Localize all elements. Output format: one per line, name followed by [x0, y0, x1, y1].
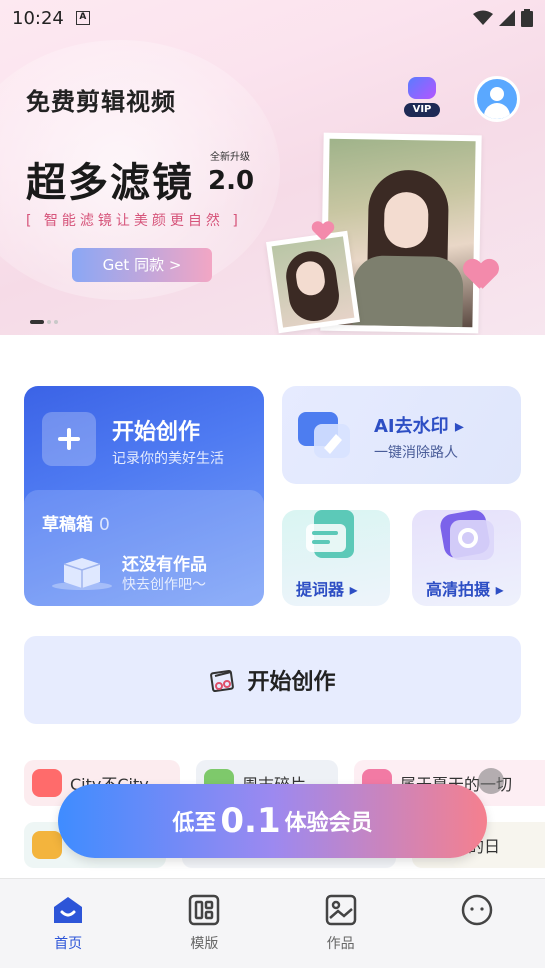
empty-box-icon — [52, 558, 112, 590]
avatar-head-icon — [490, 87, 504, 101]
heart-icon — [463, 260, 498, 292]
vip-promo-button[interactable]: 低至 0.1 体验会员 — [58, 784, 487, 858]
drafts-count: 0 — [99, 515, 110, 535]
plus-icon — [42, 412, 96, 466]
banner-subhead: [ 智能滤镜让美颜更自然 ] — [26, 213, 242, 229]
camera-icon — [440, 510, 494, 560]
vip-label: VIP — [404, 103, 440, 117]
vip-crown-icon — [408, 77, 436, 99]
vip-badge[interactable]: VIP — [404, 77, 440, 119]
notification-icon: A — [75, 11, 90, 25]
promo-close-icon[interactable] — [478, 768, 504, 794]
eraser-icon — [298, 412, 350, 458]
home-icon — [54, 897, 83, 923]
watermelon-icon — [32, 769, 62, 797]
banner-version: 2.0 — [208, 166, 255, 196]
status-time: 10:24 — [12, 7, 64, 29]
heart-icon — [312, 222, 334, 242]
ai-watermark-title: AI去水印 ▸ — [374, 416, 464, 437]
wifi-icon — [473, 10, 493, 25]
upgrade-tag: 全新升级 — [210, 152, 250, 163]
promo-banner[interactable]: 免费剪辑视频 VIP 全新升级 超多滤镜 2.0 [ 智能滤镜让美颜更自然 ] … — [0, 0, 545, 335]
empty-subtitle: 快去创作吧～ — [122, 577, 206, 593]
profile-icon — [461, 894, 493, 926]
start-creation-button[interactable]: 开始创作 — [24, 636, 521, 724]
works-icon — [325, 894, 356, 926]
promo-suffix: 体验会员 — [284, 811, 373, 836]
create-subtitle: 记录你的美好生活 — [112, 451, 224, 467]
app-title: 免费剪辑视频 — [26, 88, 176, 116]
carousel-indicator — [30, 320, 58, 324]
carousel-dot — [47, 320, 51, 324]
carousel-dot — [54, 320, 58, 324]
avatar-body-icon — [484, 103, 510, 119]
ai-watermark-card[interactable]: AI去水印 ▸ 一键消除路人 — [282, 386, 521, 484]
signal-icon — [499, 10, 515, 26]
drafts-title: 草稿箱 0 — [42, 510, 110, 535]
tab-templates-label: 模版 — [190, 936, 219, 952]
bus-icon — [32, 831, 62, 859]
tab-home-label: 首页 — [54, 936, 83, 952]
status-bar: 10:24 A — [0, 0, 545, 36]
clapperboard-icon — [210, 669, 235, 693]
tab-profile[interactable] — [409, 879, 545, 968]
prompter-icon — [306, 510, 354, 558]
battery-icon — [521, 9, 533, 27]
avatar[interactable] — [474, 76, 520, 122]
banner-headline: 超多滤镜 — [26, 160, 194, 206]
carousel-dot-active — [30, 320, 44, 324]
hd-shoot-card[interactable]: 高清拍摄 ▸ — [412, 510, 521, 606]
tab-templates[interactable]: 模版 — [136, 879, 272, 968]
drafts-label: 草稿箱 — [42, 515, 93, 535]
create-card[interactable]: 开始创作 记录你的美好生活 草稿箱 0 还没有作品 快去创作吧～ — [24, 386, 264, 606]
tab-works-label: 作品 — [326, 936, 355, 952]
get-same-style-button[interactable]: Get 同款 > — [72, 248, 212, 282]
prompter-label: 提词器 ▸ — [296, 580, 358, 599]
prompter-card[interactable]: 提词器 ▸ — [282, 510, 390, 606]
promo-prefix: 低至 — [172, 811, 217, 836]
bottom-nav: 首页 模版 作品 — [0, 878, 545, 968]
ai-watermark-subtitle: 一键消除路人 — [374, 445, 458, 461]
template-icon — [189, 894, 220, 926]
promo-price: 0.1 — [220, 801, 281, 841]
start-creation-label: 开始创作 — [247, 670, 336, 695]
tab-works[interactable]: 作品 — [273, 879, 409, 968]
hd-shoot-label: 高清拍摄 ▸ — [426, 580, 504, 599]
empty-title: 还没有作品 — [122, 555, 207, 575]
banner-photo-small — [265, 230, 361, 334]
create-title: 开始创作 — [112, 420, 201, 445]
tab-home[interactable]: 首页 — [0, 879, 136, 968]
